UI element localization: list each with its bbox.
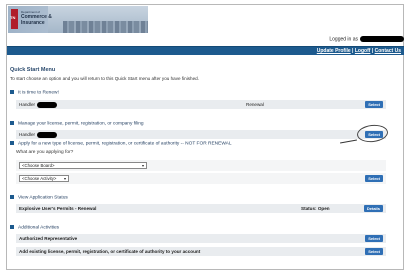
apply-select-button[interactable]: Select	[365, 175, 383, 182]
details-button[interactable]: Details	[363, 205, 383, 212]
choose-board-value: <Choose Board>	[22, 163, 55, 168]
banner-skyline	[63, 21, 148, 33]
logoff-link[interactable]: Logoff	[355, 48, 371, 54]
handler-label: Handler	[19, 102, 36, 108]
redacted-handler	[37, 102, 58, 108]
section-bullet-icon	[10, 90, 14, 94]
renew-select-button[interactable]: Select	[365, 101, 383, 108]
authorized-rep-row: Authorized Representative Select	[16, 234, 386, 243]
quick-start-title: Quick Start Menu	[10, 67, 56, 73]
section-bullet-icon	[10, 225, 14, 229]
logged-in-row: Logged in as	[150, 36, 404, 45]
section-bullet-icon	[10, 195, 14, 199]
renew-row: Handler Renewal Select	[16, 100, 386, 109]
section-bullet-icon	[10, 141, 14, 145]
redacted-handler	[37, 132, 58, 138]
nav-links: Update Profile | Logoff | Contact Us	[317, 48, 401, 54]
chevron-down-icon: ▾	[63, 176, 66, 181]
dept-name: Commerce & Insurance	[21, 14, 52, 26]
status-row: Explosive User's Permits - Renewal Statu…	[16, 204, 386, 213]
dept-line-2: Insurance	[21, 20, 45, 26]
activity-row: <Choose Activity> ▾ Select	[16, 173, 386, 184]
apply-question: What are you applying for?	[16, 150, 74, 155]
manage-section-heading: Manage your license, permit, registratio…	[10, 121, 144, 126]
add-existing-label: Add existing license, permit, registrati…	[19, 249, 201, 254]
status-label: Status: Open	[301, 206, 330, 211]
quick-start-subtitle: To start choose an option and you will r…	[10, 76, 199, 81]
header-banner: TN Department of Commerce & Insurance	[8, 6, 148, 33]
logged-in-label: Logged in as	[329, 36, 358, 43]
renew-heading-text: It is time to Renew!	[18, 90, 59, 96]
handler-label: Handler	[19, 132, 36, 138]
additional-section-heading: Additional Activities	[10, 225, 59, 230]
manage-row: Handler Select	[16, 130, 386, 139]
top-nav-bar: Update Profile | Logoff | Contact Us	[7, 46, 404, 55]
redacted-username	[360, 36, 404, 42]
authorized-rep-label: Authorized Representative	[19, 236, 78, 241]
update-profile-link[interactable]: Update Profile	[317, 48, 351, 54]
tn-logo-text: TN	[10, 15, 16, 20]
add-existing-row: Add existing license, permit, registrati…	[16, 247, 386, 256]
renew-handler: Handler	[19, 102, 58, 108]
contact-us-link[interactable]: Contact Us	[375, 48, 401, 54]
section-bullet-icon	[10, 121, 14, 125]
additional-heading-text: Additional Activities	[18, 225, 60, 231]
manage-handler: Handler	[19, 132, 58, 138]
manage-heading-text: Manage your license, permit, registratio…	[18, 121, 144, 127]
chevron-down-icon: ▾	[141, 163, 144, 168]
apply-section-heading: Apply for a new type of license, permit,…	[10, 141, 232, 146]
renew-section-heading: It is time to Renew!	[10, 90, 59, 95]
renew-type: Renewal	[246, 102, 264, 107]
status-heading-text: View Application Status	[18, 195, 68, 201]
choose-board-select[interactable]: <Choose Board> ▾	[19, 162, 147, 169]
status-section-heading: View Application Status	[10, 195, 68, 200]
status-item: Explosive User's Permits - Renewal	[19, 206, 97, 211]
apply-heading-text: Apply for a new type of license, permit,…	[18, 141, 232, 147]
choose-activity-value: <Choose Activity>	[22, 176, 57, 181]
add-existing-select-button[interactable]: Select	[365, 248, 383, 255]
choose-activity-select[interactable]: <Choose Activity> ▾	[19, 175, 69, 182]
authorized-rep-select-button[interactable]: Select	[365, 235, 383, 242]
board-row: <Choose Board> ▾	[16, 160, 386, 171]
